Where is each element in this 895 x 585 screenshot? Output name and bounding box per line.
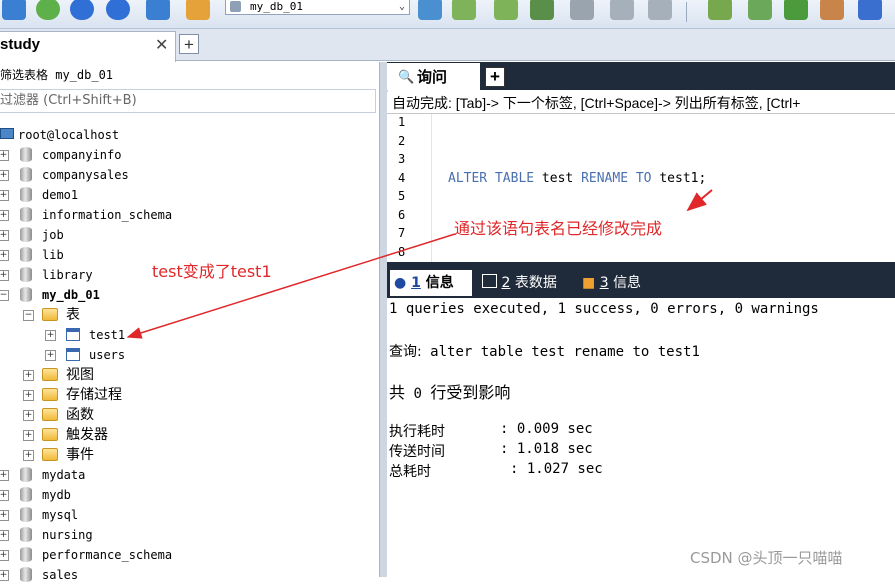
annotation-arrows (126, 189, 713, 339)
arrow-to-table (126, 233, 456, 339)
arrow-to-code (686, 189, 713, 212)
watermark: CSDN @头顶一只喵喵 (690, 549, 843, 567)
